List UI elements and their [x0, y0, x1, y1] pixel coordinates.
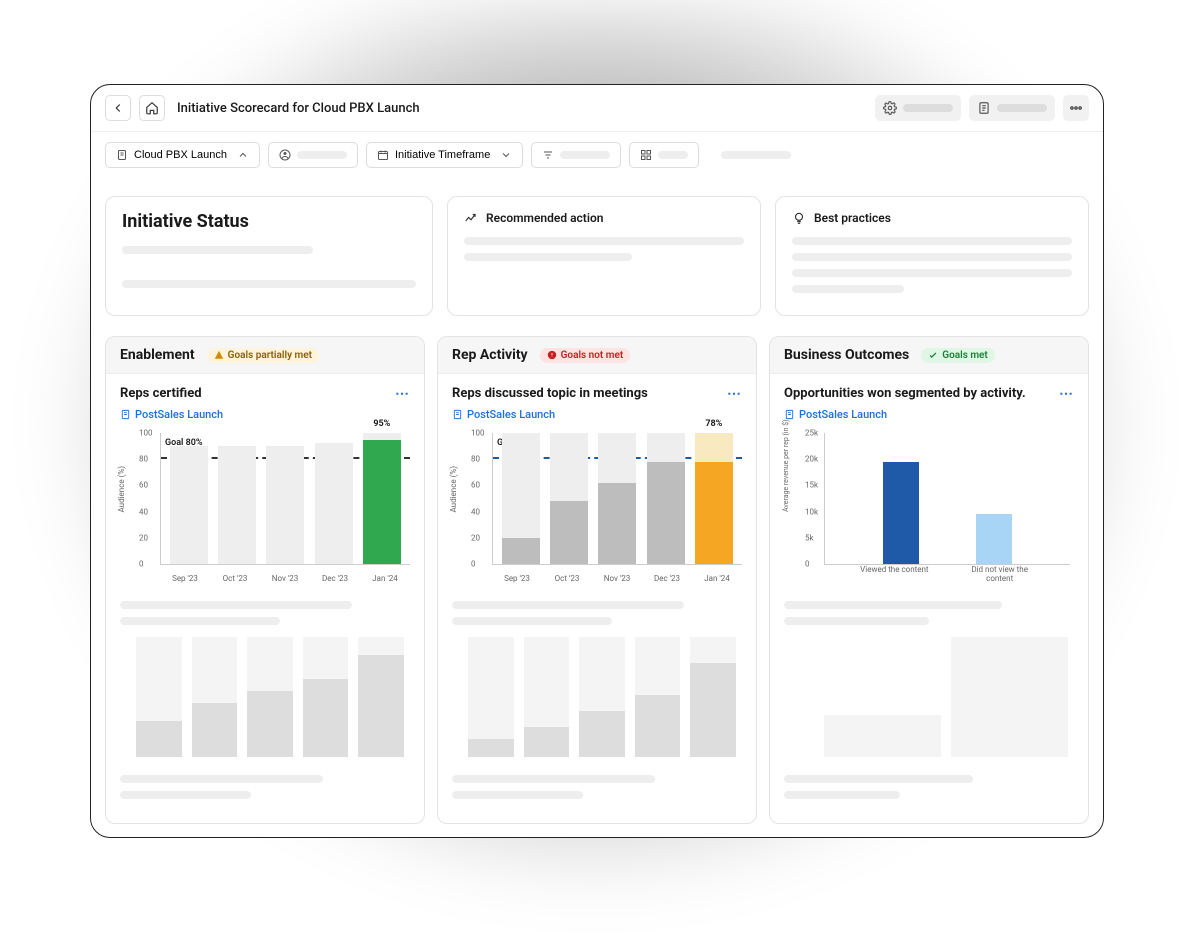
user-filter[interactable] — [268, 142, 358, 168]
initiative-dropdown[interactable]: Cloud PBX Launch — [105, 142, 260, 168]
filter-bar: Cloud PBX Launch Initiative Timeframe — [91, 132, 1103, 178]
filter-placeholder — [707, 142, 805, 168]
chevron-down-icon — [500, 149, 512, 161]
opportunities-link[interactable]: PostSales Launch — [784, 408, 887, 421]
document-icon — [784, 409, 795, 420]
rep-activity-column: Rep Activity Goals not met Reps discusse… — [437, 336, 757, 824]
timeframe-dropdown-label: Initiative Timeframe — [395, 149, 490, 161]
reps-discussed-chart: Audience (%) 0 20 40 60 80 100 Goal 80% — [468, 433, 742, 583]
y-axis-label: Audience (%) — [449, 466, 458, 513]
more-horizontal-icon — [1069, 101, 1083, 115]
opportunities-title: Opportunities won segmented by activity. — [784, 386, 1026, 401]
home-button[interactable] — [139, 95, 165, 121]
reps-certified-link[interactable]: PostSales Launch — [120, 408, 223, 421]
chart-more-button[interactable]: ⋯ — [395, 386, 410, 402]
reps-certified-title: Reps certified — [120, 386, 223, 401]
error-icon — [547, 350, 557, 360]
business-outcomes-badge: Goals met — [921, 348, 995, 363]
home-icon — [145, 101, 159, 115]
rep-activity-title: Rep Activity — [452, 347, 528, 363]
initiative-dropdown-label: Cloud PBX Launch — [134, 149, 227, 161]
warning-icon — [214, 350, 224, 360]
document-icon — [116, 149, 128, 161]
best-practices-title: Best practices — [814, 211, 891, 225]
enablement-title: Enablement — [120, 347, 195, 363]
trend-icon — [464, 211, 478, 225]
filter-button[interactable] — [531, 142, 621, 168]
chevron-up-icon — [237, 149, 249, 161]
calendar-icon — [377, 149, 389, 161]
back-button[interactable] — [105, 95, 131, 121]
grid-icon — [640, 149, 652, 161]
opportunities-chart: Average revenue per rep (in $) 0 5k 10k … — [802, 433, 1074, 583]
page-title: Initiative Scorecard for Cloud PBX Launc… — [177, 101, 420, 116]
document-icon — [977, 101, 991, 115]
check-icon — [928, 350, 938, 360]
rep-activity-badge: Goals not met — [540, 348, 631, 363]
chart-more-button[interactable]: ⋯ — [727, 386, 742, 402]
user-circle-icon — [279, 149, 291, 161]
reps-discussed-link[interactable]: PostSales Launch — [452, 408, 555, 421]
export-pill[interactable] — [969, 95, 1055, 121]
best-practices-card: Best practices — [775, 196, 1089, 316]
reps-certified-chart: Audience (%) 0 20 40 60 80 100 Goal 80% — [136, 433, 410, 583]
enablement-badge: Goals partially met — [207, 348, 319, 363]
business-outcomes-column: Business Outcomes Goals met Opportunitie… — [769, 336, 1089, 824]
y-axis-label: Audience (%) — [117, 466, 126, 513]
document-icon — [120, 409, 131, 420]
business-outcomes-title: Business Outcomes — [784, 347, 909, 363]
more-button[interactable] — [1063, 95, 1089, 121]
document-icon — [452, 409, 463, 420]
filter-icon — [542, 149, 554, 161]
recommended-action-card: Recommended action — [447, 196, 761, 316]
timeframe-dropdown[interactable]: Initiative Timeframe — [366, 142, 523, 168]
initiative-status-title: Initiative Status — [122, 211, 416, 232]
initiative-status-card: Initiative Status — [105, 196, 433, 316]
view-button[interactable] — [629, 142, 699, 168]
arrow-left-icon — [111, 101, 125, 115]
gear-icon — [883, 101, 897, 115]
recommended-action-title: Recommended action — [486, 211, 603, 225]
top-bar: Initiative Scorecard for Cloud PBX Launc… — [91, 85, 1103, 132]
reps-discussed-title: Reps discussed topic in meetings — [452, 386, 648, 401]
chart-more-button[interactable]: ⋯ — [1059, 386, 1074, 402]
settings-pill[interactable] — [875, 95, 961, 121]
lightbulb-icon — [792, 211, 806, 225]
enablement-column: Enablement Goals partially met Reps cert… — [105, 336, 425, 824]
